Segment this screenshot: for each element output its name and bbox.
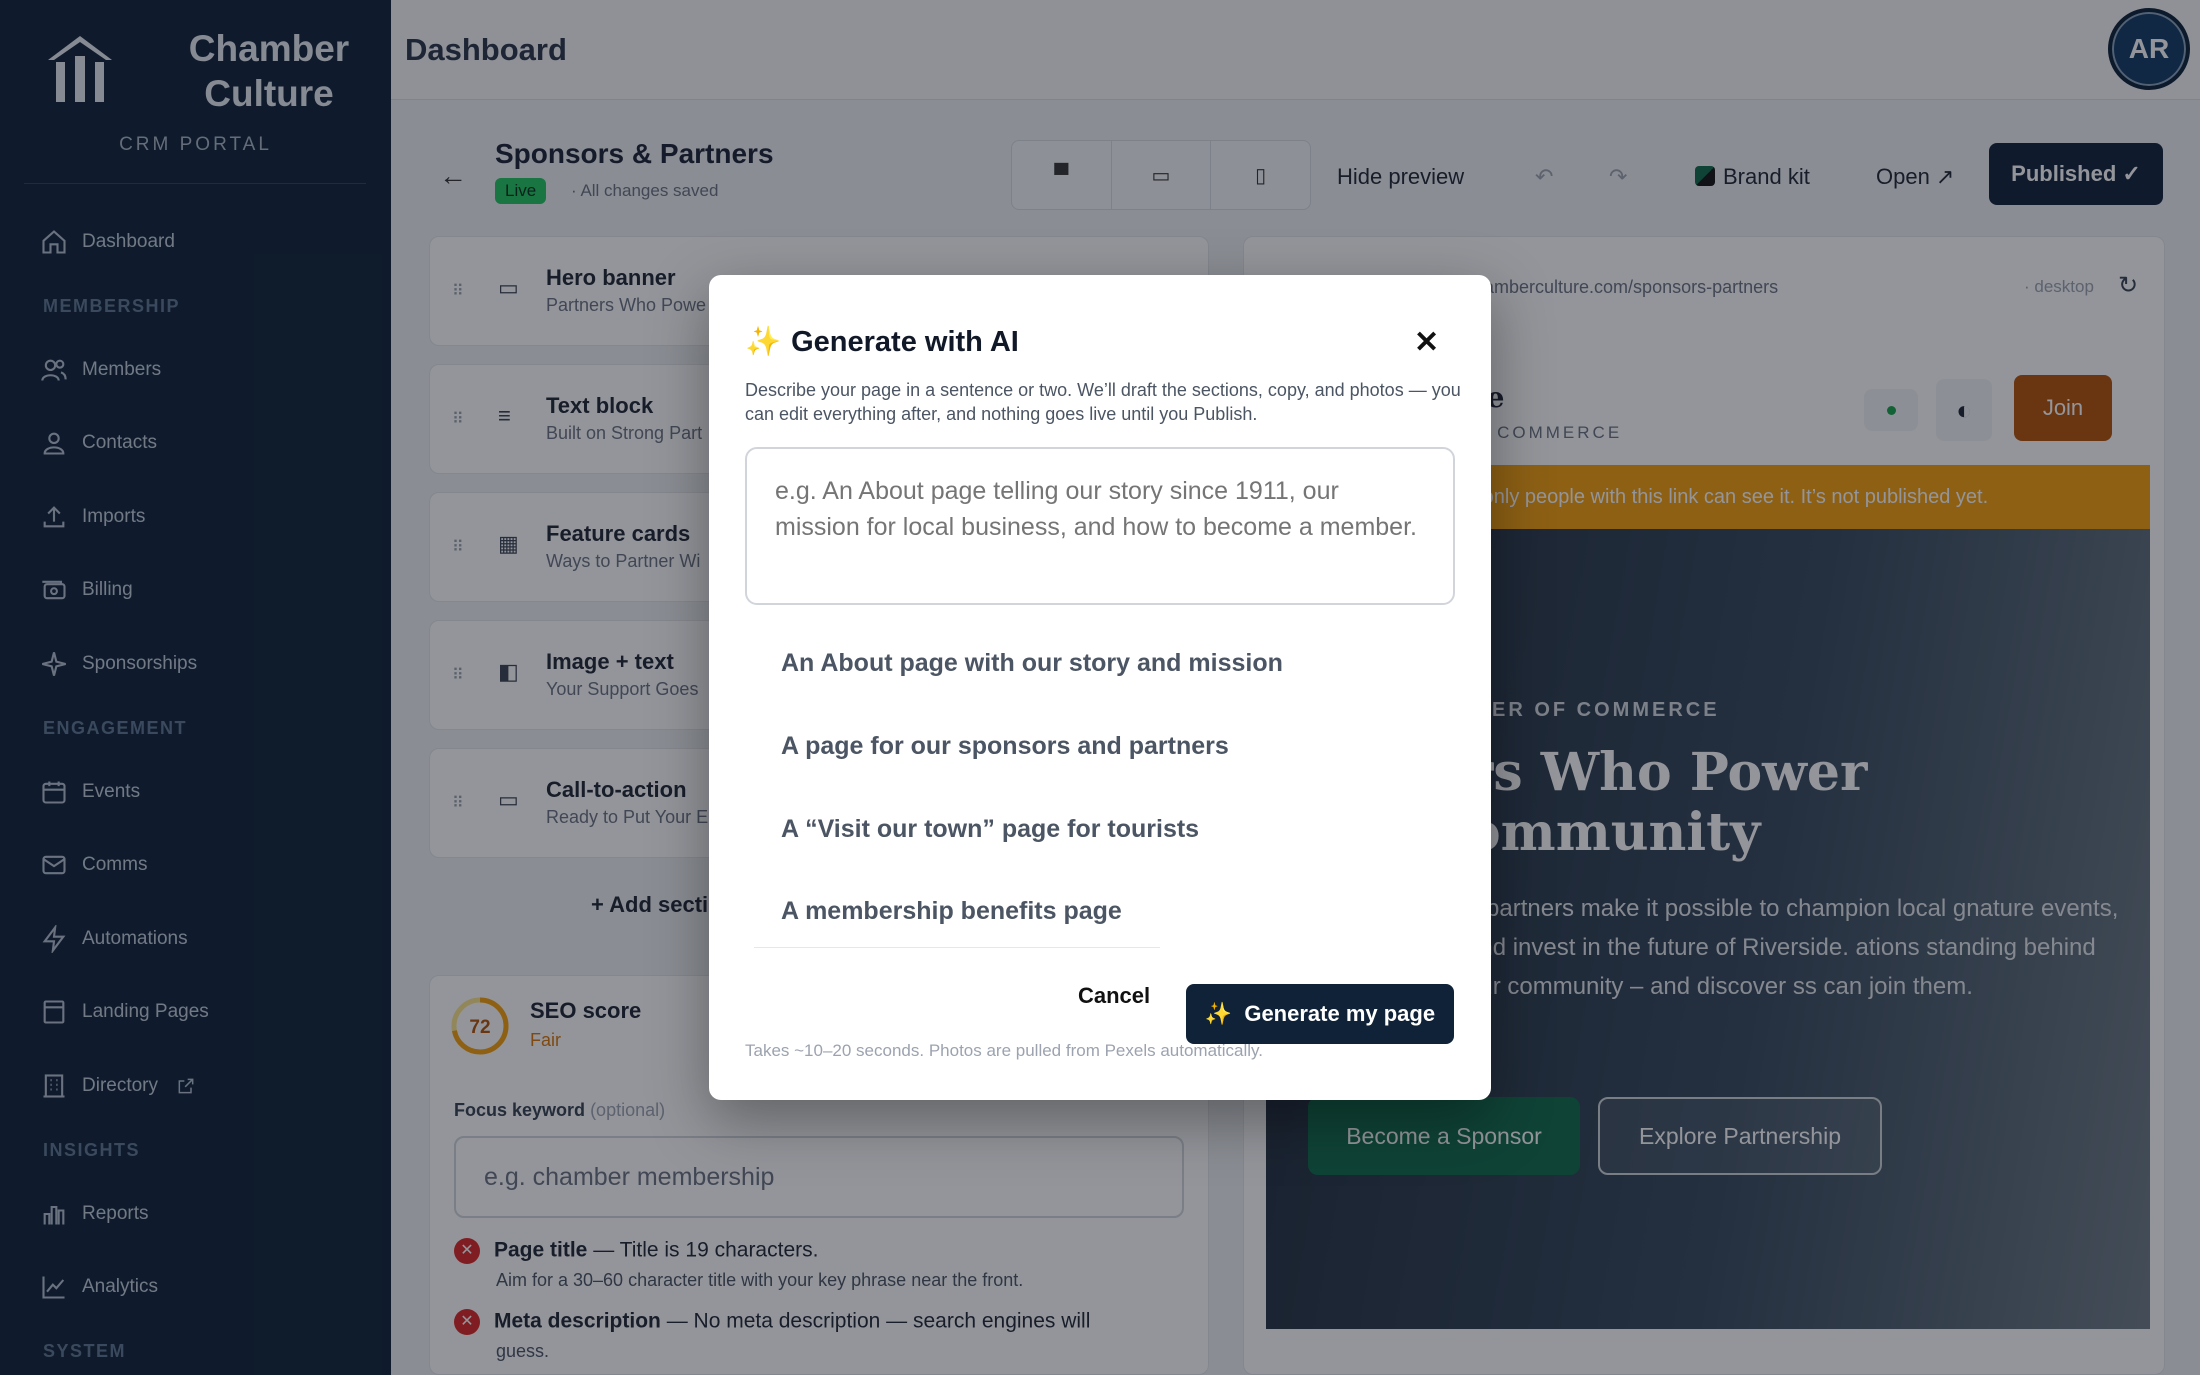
sparkle-icon: ✨ xyxy=(1204,1001,1233,1026)
modal-title: ✨ Generate with AI xyxy=(745,326,1019,358)
page-description-input[interactable] xyxy=(745,447,1455,605)
modal-description: Describe your page in a sentence or two.… xyxy=(745,380,1461,424)
sparkle-icon: ✨ xyxy=(745,326,782,358)
suggestion-about[interactable]: An About page with our story and mission xyxy=(781,649,1283,678)
suggestion-divider xyxy=(754,947,1160,948)
cancel-button[interactable]: Cancel xyxy=(1078,983,1150,1009)
suggestion-visit-town[interactable]: A “Visit our town” page for tourists xyxy=(781,815,1199,844)
suggestion-membership[interactable]: A membership benefits page xyxy=(781,897,1122,926)
generate-button[interactable]: ✨ Generate my page xyxy=(1186,984,1454,1044)
close-icon[interactable]: ✕ xyxy=(1414,325,1439,360)
suggestion-sponsors[interactable]: A page for our sponsors and partners xyxy=(781,732,1229,761)
modal-footnote: Takes ~10–20 seconds. Photos are pulled … xyxy=(745,1041,1264,1060)
generate-ai-modal: ✨ Generate with AI ✕ Describe your page i… xyxy=(709,275,1491,1100)
